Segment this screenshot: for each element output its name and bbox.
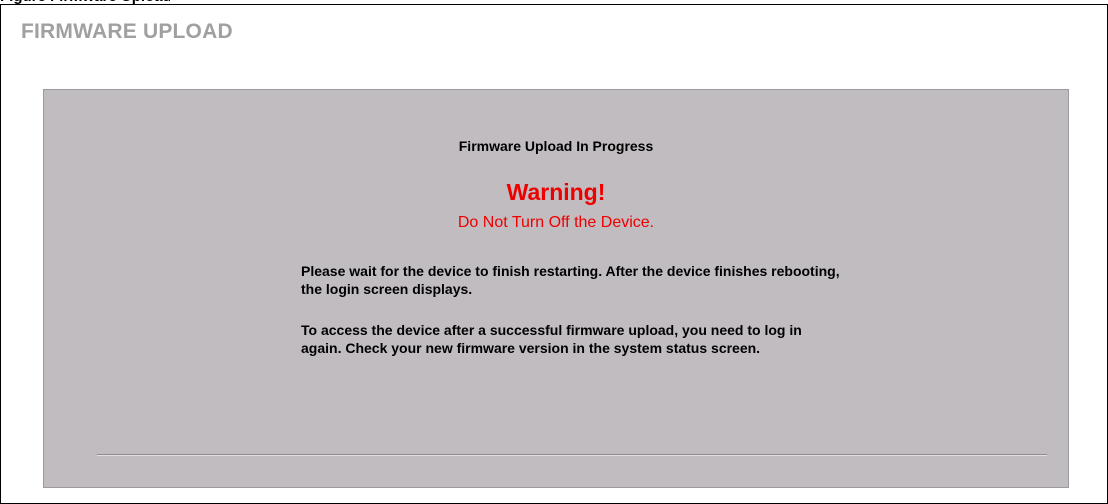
page-title: FIRMWARE UPLOAD	[21, 20, 233, 43]
panel-divider	[97, 454, 1047, 456]
relogin-message: To access the device after a successful …	[301, 322, 802, 356]
warning-heading: Warning!	[506, 179, 606, 205]
restart-message: Please wait for the device to finish res…	[301, 263, 840, 297]
upload-status-panel: Firmware Upload In Progress Warning! Do …	[43, 89, 1069, 488]
warning-subtext: Do Not Turn Off the Device.	[457, 214, 655, 231]
progress-title: Firmware Upload In Progress	[458, 138, 654, 154]
screen-frame: FIRMWARE UPLOAD Firmware Upload In Progr…	[0, 4, 1108, 504]
